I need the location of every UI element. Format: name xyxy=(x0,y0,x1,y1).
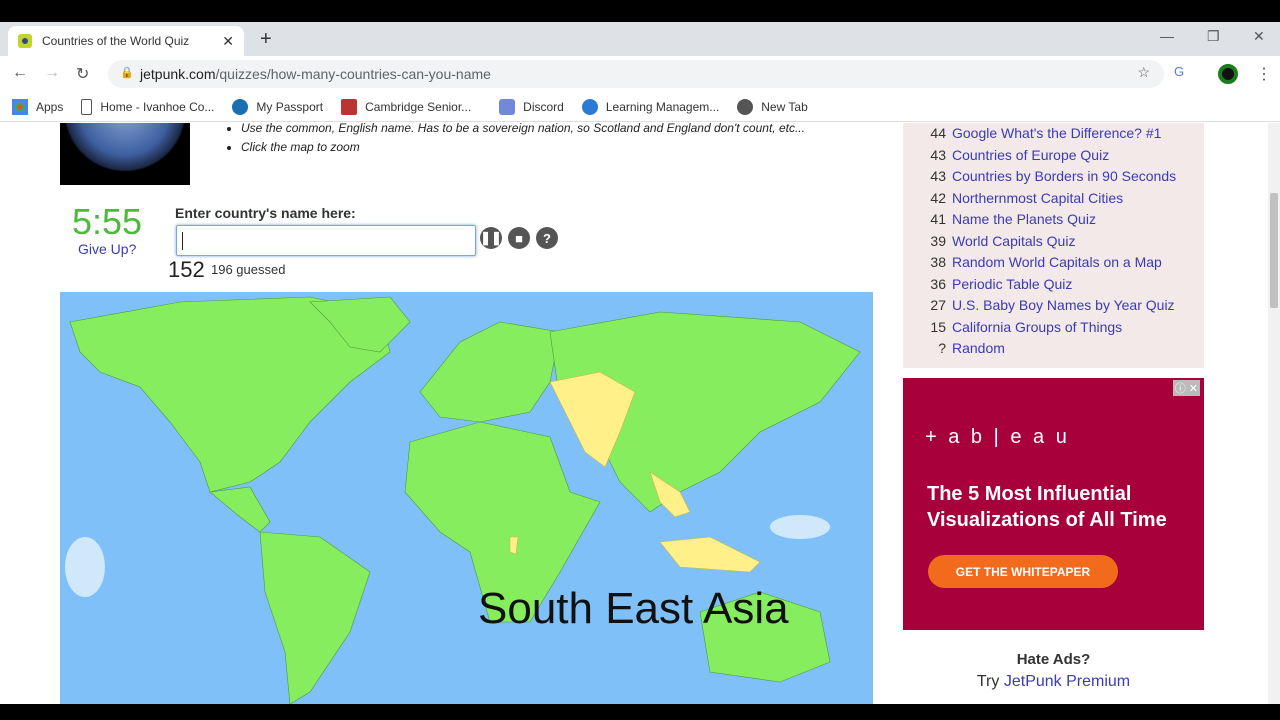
central-america xyxy=(209,486,271,533)
bookmark-cambridge[interactable]: Cambridge Senior... xyxy=(341,98,472,115)
bookmark-new-tab[interactable]: New Tab xyxy=(737,98,808,115)
bookmarks-bar: Apps Home - Ivanhoe Co... My Passport Ca… xyxy=(0,92,1280,122)
url-path: /quizzes/how-many-countries-can-you-name xyxy=(215,66,491,82)
country-answer-input[interactable] xyxy=(176,225,476,256)
bookmark-home-ivanhoe[interactable]: Home - Ivanhoe Co... xyxy=(81,98,215,115)
premium-link[interactable]: JetPunk Premium xyxy=(1004,673,1130,690)
map-region-label: South East Asia xyxy=(478,584,789,633)
give-up-link[interactable]: Give Up? xyxy=(78,241,136,257)
url-host: jetpunk.com xyxy=(140,66,216,82)
instruction: Use the common, English name. Has to be … xyxy=(241,123,805,135)
quiz-link[interactable]: 39 World Capitals Quiz xyxy=(923,233,1075,249)
hate-ads-title: Hate Ads? xyxy=(1016,651,1091,668)
screen-bottom-bar xyxy=(0,704,1280,720)
bookmark-learning[interactable]: Learning Managem... xyxy=(581,98,720,115)
forward-icon[interactable]: → xyxy=(44,64,60,82)
europe xyxy=(419,321,561,423)
lock-icon: 🔒 xyxy=(120,67,134,79)
close-window-icon[interactable]: ✕ xyxy=(1253,28,1265,45)
jetpunk-favicon-icon xyxy=(18,34,32,48)
scrollbar-thumb[interactable] xyxy=(1270,193,1278,308)
premium-promo: Try JetPunk Premium xyxy=(903,673,1204,691)
bookmark-label: Discord xyxy=(523,99,564,114)
quiz-link[interactable]: 43 Countries of Europe Quiz xyxy=(923,147,1109,163)
bookmark-apps[interactable]: Apps xyxy=(12,98,64,115)
total-guessed: 196 guessed xyxy=(211,262,286,277)
learning-icon xyxy=(581,98,598,115)
star-icon[interactable]: ☆ xyxy=(1137,64,1150,81)
pacific-islands xyxy=(770,515,830,539)
timer: 5:55 xyxy=(72,201,143,242)
ad-close-icon[interactable]: ⓘ ✕ xyxy=(1172,380,1200,396)
menu-icon[interactable]: ⋮ xyxy=(1256,64,1272,84)
bookmark-label: New Tab xyxy=(761,99,808,114)
restore-icon[interactable]: ❐ xyxy=(1207,28,1220,45)
tableau-logo: + a b | e a u xyxy=(925,426,1070,448)
popular-quizzes-list: 44 Google What's the Difference? #1 43 Cou… xyxy=(903,123,1204,368)
world-map[interactable]: South East Asia xyxy=(60,292,873,704)
profile-avatar[interactable] xyxy=(1218,64,1238,84)
browser-toolbar: ← → ↻ 🔒 jetpunk.com/quizzes/how-many-cou… xyxy=(0,56,1280,92)
close-tab-icon[interactable]: ✕ xyxy=(222,33,234,50)
quiz-link[interactable]: 36 Periodic Table Quiz xyxy=(923,276,1072,292)
apps-grid-icon xyxy=(12,98,28,115)
pause-button[interactable]: ❚❚ xyxy=(480,227,502,249)
page-icon xyxy=(81,98,93,115)
quiz-link[interactable]: 41 Name the Planets Quiz xyxy=(923,211,1096,227)
bookmark-label: My Passport xyxy=(256,99,324,114)
back-icon[interactable]: ← xyxy=(12,64,28,82)
browser-tab[interactable]: Countries of the World Quiz ✕ xyxy=(8,26,244,56)
new-tab-button[interactable]: + xyxy=(260,28,272,51)
bookmark-label: Cambridge Senior... xyxy=(365,99,472,114)
screen-top-bar xyxy=(0,0,1280,22)
ad-headline: The 5 Most Influential Visualizations of… xyxy=(927,483,1167,531)
earth-image xyxy=(60,123,190,185)
bookmark-discord[interactable]: Discord xyxy=(499,98,564,115)
quiz-link[interactable]: 42 Northernmost Capital Cities xyxy=(923,190,1123,206)
tableau-ad[interactable]: ⓘ ✕ + a b | e a u The 5 Most Influential… xyxy=(903,378,1204,630)
globe-icon xyxy=(737,98,754,115)
missing-indonesia xyxy=(659,536,761,573)
instruction: Click the map to zoom xyxy=(241,140,805,154)
discord-icon xyxy=(499,98,516,115)
bookmark-label: Learning Managem... xyxy=(605,99,720,114)
try-text: Try xyxy=(976,673,1000,690)
minimize-icon[interactable]: — xyxy=(1160,28,1174,44)
translate-icon[interactable]: G xyxy=(1174,64,1184,79)
help-button[interactable]: ? xyxy=(536,227,558,249)
quiz-link[interactable]: 43 Countries by Borders in 90 Seconds xyxy=(923,168,1176,184)
bookmark-my-passport[interactable]: My Passport xyxy=(232,98,324,115)
quiz-link[interactable]: 15 California Groups of Things xyxy=(923,319,1122,335)
score: 152 xyxy=(168,257,205,282)
tab-title: Countries of the World Quiz xyxy=(42,34,190,48)
lake xyxy=(65,537,105,597)
cambridge-shield-icon xyxy=(341,98,358,115)
address-bar[interactable]: 🔒 jetpunk.com/quizzes/how-many-countries… xyxy=(108,60,1164,88)
quiz-link-random[interactable]: ? Random xyxy=(923,340,1005,356)
page-scrollbar[interactable] xyxy=(1268,123,1280,704)
quiz-link[interactable]: 27 U.S. Baby Boy Names by Year Quiz xyxy=(923,297,1174,313)
reload-icon[interactable]: ↻ xyxy=(76,64,89,84)
bookmark-label: Apps xyxy=(36,99,64,114)
stop-button[interactable]: ■ xyxy=(508,227,530,249)
quiz-link[interactable]: 44 Google What's the Difference? #1 xyxy=(923,125,1161,141)
quiz-link[interactable]: 38 Random World Capitals on a Map xyxy=(923,254,1161,270)
bookmark-label: Home - Ivanhoe Co... xyxy=(100,99,215,114)
instructions: Use the common, English name. Has to be … xyxy=(228,123,805,159)
ad-cta-button[interactable]: GET THE WHITEPAPER xyxy=(928,555,1118,588)
south-america xyxy=(259,531,371,704)
passport-icon xyxy=(232,98,249,115)
tab-strip: Countries of the World Quiz ✕ + — ❐ ✕ xyxy=(0,22,1280,56)
answer-prompt: Enter country's name here: xyxy=(175,205,356,221)
page-content: Use the common, English name. Has to be … xyxy=(0,123,1268,704)
